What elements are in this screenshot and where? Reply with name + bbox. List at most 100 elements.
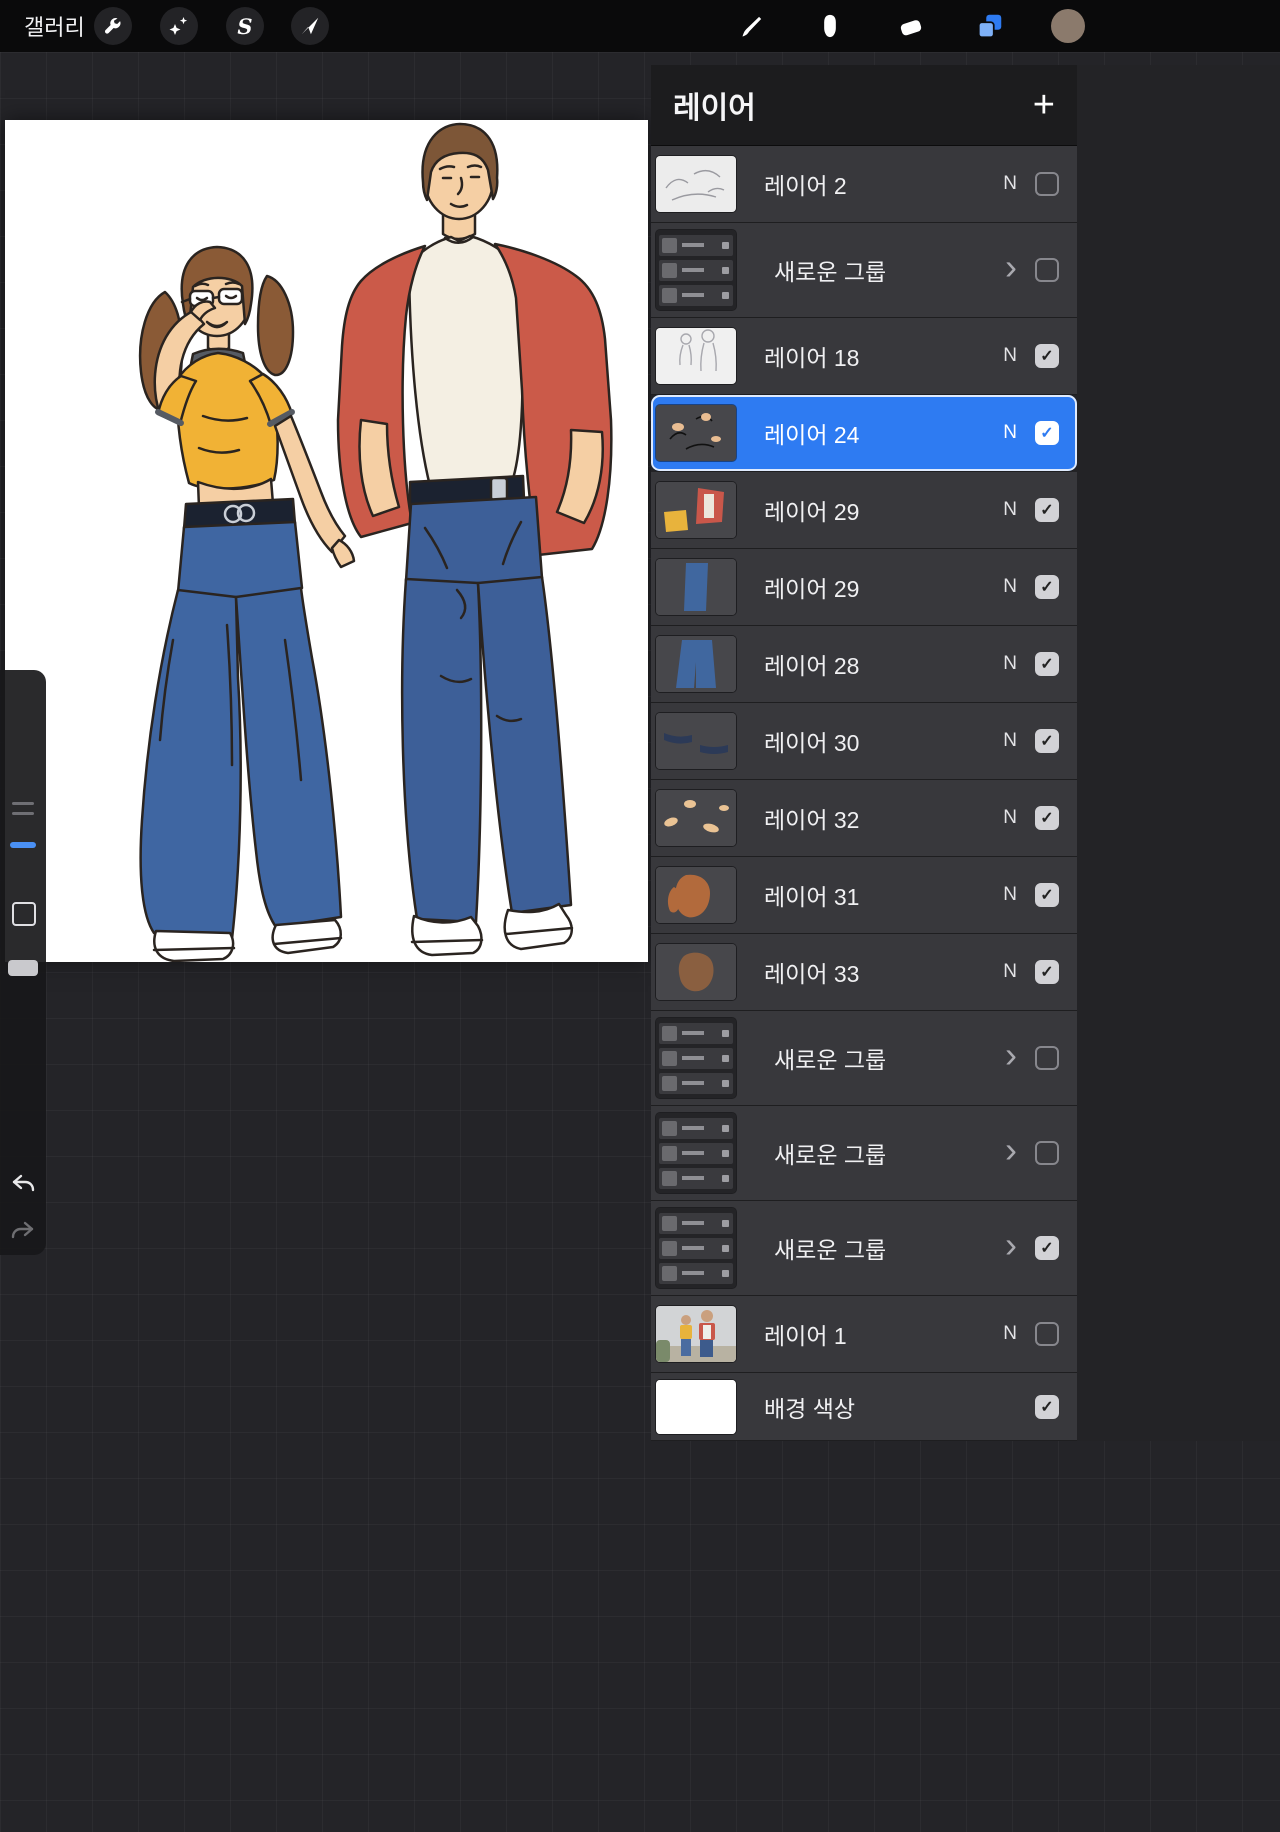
- wrench-icon: [104, 18, 121, 34]
- visibility-checkbox[interactable]: ✓: [1035, 960, 1059, 984]
- visibility-checkbox[interactable]: ✓: [1035, 1394, 1059, 1419]
- layer-row[interactable]: 레이어 1N: [651, 1296, 1077, 1373]
- layers-panel-header: 레이어 +: [651, 65, 1077, 146]
- layer-row[interactable]: 레이어 32 N ✓: [651, 780, 1077, 857]
- layer-thumbnail[interactable]: [656, 867, 736, 923]
- slider-tick: [12, 802, 34, 805]
- blend-mode-button[interactable]: N: [1003, 961, 1017, 983]
- layer-thumbnail[interactable]: [656, 636, 736, 692]
- layers-icon: [977, 14, 1002, 39]
- blend-mode-button[interactable]: N: [1003, 173, 1017, 195]
- layer-thumbnail[interactable]: [656, 1379, 736, 1434]
- layers-button[interactable]: [973, 9, 1007, 43]
- visibility-checkbox[interactable]: [1035, 1141, 1059, 1165]
- visibility-checkbox[interactable]: ✓: [1035, 806, 1059, 830]
- layer-thumbnail[interactable]: [656, 156, 736, 212]
- undo-button[interactable]: [10, 1170, 36, 1196]
- blend-mode-button[interactable]: N: [1003, 576, 1017, 598]
- layer-thumbnail[interactable]: [656, 944, 736, 1000]
- layer-row[interactable]: 레이어 30 N ✓: [651, 703, 1077, 780]
- layer-row[interactable]: 레이어 29 N ✓: [651, 472, 1077, 549]
- layer-thumbnail[interactable]: [656, 1018, 736, 1098]
- layer-group-row[interactable]: 새로운 그룹 › ✓: [651, 1201, 1077, 1296]
- blend-mode-button[interactable]: N: [1003, 422, 1017, 444]
- redo-button[interactable]: [10, 1217, 36, 1243]
- layer-thumbnail[interactable]: [656, 1306, 736, 1362]
- slider-tick: [12, 812, 34, 815]
- visibility-checkbox[interactable]: ✓: [1035, 729, 1059, 753]
- transform-arrow-icon: [301, 17, 319, 35]
- blend-mode-button[interactable]: N: [1003, 730, 1017, 752]
- modify-button[interactable]: [12, 902, 36, 926]
- sidebar-controls: [0, 670, 46, 1255]
- smudge-finger-icon: [824, 14, 836, 38]
- erase-button[interactable]: [894, 9, 928, 43]
- chevron-right-icon[interactable]: ›: [1005, 249, 1017, 285]
- visibility-checkbox[interactable]: ✓: [1035, 498, 1059, 522]
- layer-group-row[interactable]: 새로운 그룹 ›: [651, 1011, 1077, 1106]
- layer-name: 배경 색상: [764, 1395, 856, 1422]
- layer-thumbnail[interactable]: [656, 482, 736, 538]
- selection-button[interactable]: S: [226, 7, 264, 45]
- layer-thumbnail[interactable]: [656, 230, 736, 310]
- layer-group-row[interactable]: 새로운 그룹 ›: [651, 1106, 1077, 1201]
- visibility-checkbox[interactable]: ✓: [1035, 652, 1059, 676]
- layer-group-row[interactable]: 새로운 그룹 ›: [651, 223, 1077, 318]
- procreate-app: 갤러리 S 레이어 + 레이어 2 N 새로운 그룹 › 레이어 18 N ✓ …: [0, 0, 1280, 1832]
- layer-row[interactable]: 레이어 29 N ✓: [651, 549, 1077, 626]
- paint-button[interactable]: [736, 9, 770, 43]
- eraser-icon: [900, 20, 922, 36]
- blend-mode-button[interactable]: N: [1003, 1323, 1017, 1345]
- redo-icon: [11, 1221, 34, 1239]
- layer-row[interactable]: 레이어 2N: [651, 146, 1077, 223]
- color-swatch[interactable]: [1051, 9, 1085, 43]
- layer-row[interactable]: 레이어 24 N ✓: [651, 395, 1077, 472]
- blend-mode-button[interactable]: N: [1003, 499, 1017, 521]
- canvas-illustration: [138, 122, 613, 962]
- gallery-button[interactable]: 갤러리: [24, 0, 85, 52]
- layer-thumbnail[interactable]: [656, 328, 736, 384]
- artwork-canvas[interactable]: [5, 120, 648, 962]
- visibility-checkbox[interactable]: ✓: [1035, 421, 1059, 445]
- actions-button[interactable]: [94, 7, 132, 45]
- paintbrush-icon: [742, 16, 762, 37]
- layers-panel-title: 레이어: [673, 92, 756, 125]
- chevron-right-icon[interactable]: ›: [1005, 1132, 1017, 1168]
- visibility-checkbox[interactable]: ✓: [1035, 1236, 1059, 1260]
- visibility-checkbox[interactable]: ✓: [1035, 883, 1059, 907]
- layer-row[interactable]: 레이어 33 N ✓: [651, 934, 1077, 1011]
- blend-mode-button[interactable]: N: [1003, 884, 1017, 906]
- brush-size-slider-handle[interactable]: [10, 842, 36, 848]
- selection-s-icon: S: [237, 13, 253, 39]
- add-layer-button[interactable]: +: [1033, 86, 1055, 124]
- visibility-checkbox[interactable]: ✓: [1035, 344, 1059, 368]
- opacity-slider-handle[interactable]: [8, 960, 38, 976]
- layer-row[interactable]: 레이어 28 N ✓: [651, 626, 1077, 703]
- background-color-row[interactable]: 배경 색상 ✓: [651, 1373, 1077, 1441]
- blend-mode-button[interactable]: N: [1003, 653, 1017, 675]
- visibility-checkbox[interactable]: [1035, 1322, 1059, 1346]
- layer-thumbnail[interactable]: [656, 559, 736, 615]
- layer-thumbnail[interactable]: [656, 713, 736, 769]
- visibility-checkbox[interactable]: [1035, 258, 1059, 282]
- magic-wand-icon: [169, 17, 188, 35]
- visibility-checkbox[interactable]: ✓: [1035, 575, 1059, 599]
- layers-panel: 레이어 + 레이어 2 N 새로운 그룹 › 레이어 18 N ✓ 레이어 24 N ✓ 레이어 2…: [651, 65, 1280, 1441]
- layer-thumbnail[interactable]: [656, 405, 736, 461]
- layer-list: 레이어 2 N 새로운 그룹 › 레이어 18 N ✓ 레이어 24 N ✓ 레이어 29 N ✓ 레이어…: [651, 146, 1077, 1441]
- top-toolbar: 갤러리 S: [0, 0, 1280, 52]
- chevron-right-icon[interactable]: ›: [1005, 1227, 1017, 1263]
- transform-button[interactable]: [291, 7, 329, 45]
- smudge-button[interactable]: [813, 9, 847, 43]
- visibility-checkbox[interactable]: [1035, 1046, 1059, 1070]
- blend-mode-button[interactable]: N: [1003, 807, 1017, 829]
- adjustments-button[interactable]: [160, 7, 198, 45]
- layer-thumbnail[interactable]: [656, 1113, 736, 1193]
- blend-mode-button[interactable]: N: [1003, 345, 1017, 367]
- chevron-right-icon[interactable]: ›: [1005, 1037, 1017, 1073]
- layer-row[interactable]: 레이어 31 N ✓: [651, 857, 1077, 934]
- layer-thumbnail[interactable]: [656, 790, 736, 846]
- visibility-checkbox[interactable]: [1035, 172, 1059, 196]
- layer-thumbnail[interactable]: [656, 1208, 736, 1288]
- layer-row[interactable]: 레이어 18 N ✓: [651, 318, 1077, 395]
